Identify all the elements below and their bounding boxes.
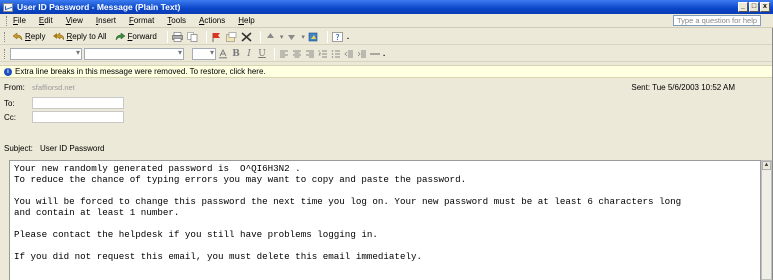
reply-all-button[interactable]: Reply to All [51,30,108,43]
decrease-indent-icon[interactable] [344,49,354,59]
next-dropdown-icon[interactable]: ▾ [301,33,305,41]
menu-tools[interactable]: Tools [167,16,186,25]
info-bar-text: Extra line breaks in this message were r… [15,67,266,76]
to-label: To: [4,98,15,108]
numbered-list-icon[interactable] [318,49,328,59]
print-icon[interactable] [172,31,183,42]
minimize-button[interactable]: _ [738,2,748,12]
standard-toolbar: Reply Reply to All Forward ▾ ▾ ? . [0,29,773,45]
toolbar-separator [205,30,207,43]
menu-actions[interactable]: Actions [199,16,225,25]
cc-field[interactable] [32,111,124,123]
previous-dropdown-icon[interactable]: ▾ [280,33,284,41]
menu-help[interactable]: Help [238,16,254,25]
message-envelope-icon [3,2,13,12]
next-item-icon[interactable] [286,32,297,42]
title-bar: User ID Password - Message (Plain Text) … [0,0,773,14]
vertical-scrollbar[interactable]: ▲ [761,160,772,280]
window-controls: _ □ x [738,2,770,12]
ask-question-input[interactable]: Type a question for help [673,15,761,26]
follow-up-flag-icon[interactable] [211,32,222,42]
forward-icon [115,32,125,41]
sent-value: Tue 5/6/2003 10:52 AM [652,83,735,92]
message-body[interactable]: Your new randomly generated password is … [9,160,761,280]
align-right-icon[interactable] [305,49,315,59]
font-color-icon[interactable] [218,48,228,59]
subject-row: Subject: User ID Password [4,144,104,153]
formatting-toolbar: B I U . [0,46,773,62]
menu-format[interactable]: Format [129,16,154,25]
font-select[interactable] [84,47,184,60]
underline-icon[interactable]: U [257,49,267,59]
info-bar[interactable]: i Extra line breaks in this message were… [0,65,773,78]
cc-row: Cc: [4,111,124,123]
reply-button[interactable]: Reply [10,30,47,43]
to-row: To: [4,97,124,109]
reply-all-icon [53,32,65,41]
subject-value: User ID Password [40,144,105,153]
toolbar-options-icon[interactable]: . [383,49,385,58]
menu-bar: File Edit View Insert Format Tools Actio… [0,14,773,28]
copy-icon[interactable] [187,31,198,42]
maximize-button[interactable]: □ [749,2,759,12]
categories-icon[interactable] [226,31,237,42]
svg-text:?: ? [335,33,339,42]
help-icon[interactable]: ? [332,31,343,42]
subject-label: Subject: [4,144,33,153]
to-field[interactable] [32,97,124,109]
from-row: From: sfaffiorsd.net [4,83,75,92]
italic-icon[interactable]: I [244,49,254,59]
menu-edit[interactable]: Edit [39,16,53,25]
toolbar-separator [166,30,168,43]
cc-label: Cc: [4,112,16,122]
from-label: From: [4,83,25,92]
menu-file[interactable]: File [13,16,26,25]
forward-button[interactable]: Forward [113,30,159,43]
horizontal-line-icon[interactable] [370,49,380,59]
align-left-icon[interactable] [279,49,289,59]
menu-view[interactable]: View [66,16,83,25]
toolbar-grip[interactable] [4,48,7,59]
message-header: From: sfaffiorsd.net Sent: Tue 5/6/2003 … [0,80,773,158]
bulleted-list-icon[interactable] [331,49,341,59]
toolbar-separator [274,47,275,60]
delete-icon[interactable] [241,31,252,42]
window-title: User ID Password - Message (Plain Text) [17,2,181,12]
font-size-select[interactable] [192,47,216,60]
align-center-icon[interactable] [292,49,302,59]
menu-insert[interactable]: Insert [96,16,116,25]
scroll-up-icon[interactable]: ▲ [762,161,771,170]
bold-icon[interactable]: B [231,49,241,59]
close-button[interactable]: x [760,2,770,12]
toolbar-separator [259,30,261,43]
style-select[interactable] [10,47,82,60]
toolbar-grip[interactable] [6,15,9,26]
toolbar-grip[interactable] [4,31,7,42]
address-book-icon[interactable] [308,32,319,42]
increase-indent-icon[interactable] [357,49,367,59]
previous-item-icon[interactable] [265,32,276,42]
toolbar-options-icon[interactable]: . [347,32,349,41]
sent-row: Sent: Tue 5/6/2003 10:52 AM [631,83,735,92]
reply-icon [12,32,23,41]
from-value[interactable]: sfaffiorsd.net [32,83,75,92]
sent-label: Sent: [631,83,651,92]
info-icon: i [4,67,12,76]
toolbar-separator [326,30,328,43]
